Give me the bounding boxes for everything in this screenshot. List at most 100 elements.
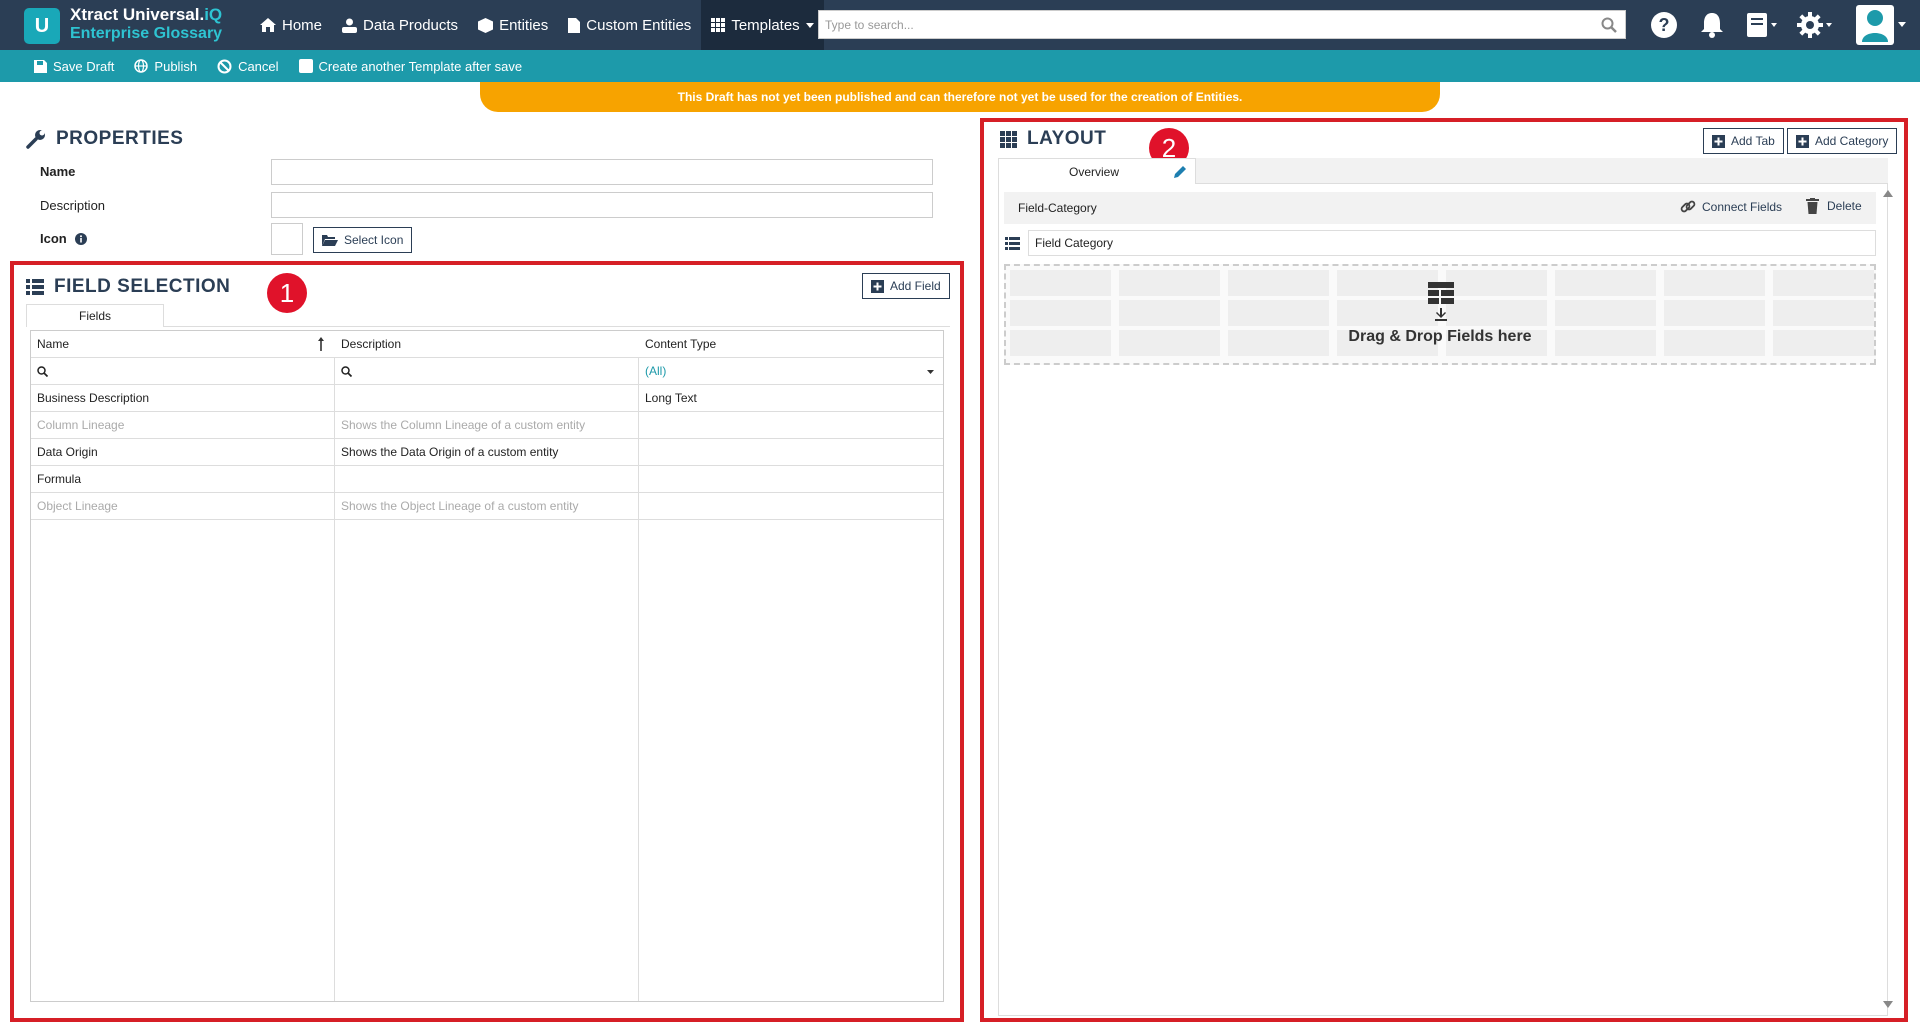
add-tab-label: Add Tab xyxy=(1731,134,1775,148)
cell-name: Business Description xyxy=(37,391,150,405)
nav-custom-entities[interactable]: Custom Entities xyxy=(558,0,701,50)
table-row[interactable]: Business Description Long Text xyxy=(31,385,943,412)
user-icon xyxy=(1862,10,1888,42)
tab-overview[interactable]: Overview xyxy=(998,158,1196,184)
info-icon[interactable] xyxy=(74,232,87,245)
global-search xyxy=(818,10,1626,39)
home-icon xyxy=(260,18,276,32)
field-tabstrip: Fields xyxy=(26,304,950,327)
cell-name: Data Origin xyxy=(37,445,98,459)
grid-filter-row: (All) xyxy=(31,358,943,385)
chevron-down-icon[interactable] xyxy=(927,370,934,374)
scroll-down-arrow[interactable] xyxy=(1883,1001,1893,1008)
user-avatar[interactable] xyxy=(1856,5,1894,45)
column-header-description[interactable]: Description xyxy=(335,331,638,358)
drop-zone-placeholder-cell xyxy=(1446,300,1547,326)
search-input[interactable] xyxy=(819,11,1579,38)
drop-zone-placeholder-cell xyxy=(1446,270,1547,296)
tab-fields[interactable]: Fields xyxy=(26,304,164,327)
book-icon xyxy=(1747,13,1777,37)
name-filter[interactable] xyxy=(31,358,334,385)
notifications-button[interactable] xyxy=(1693,6,1731,44)
top-icon-group: ? xyxy=(1645,0,1837,50)
nav-templates-label: Templates xyxy=(731,16,800,34)
app-title: Xtract Universal.iQ xyxy=(70,5,222,25)
delete-category-button[interactable]: Delete xyxy=(1806,198,1862,214)
column-header-content-type[interactable]: Content Type xyxy=(639,331,943,358)
layout-heading: LAYOUT xyxy=(1000,128,1106,150)
cell-content-type xyxy=(639,466,943,493)
column-header-name[interactable]: Name xyxy=(31,331,334,358)
connect-fields-button[interactable]: Connect Fields xyxy=(1680,199,1782,215)
cell-description: Shows the Object Lineage of a custom ent… xyxy=(341,499,579,513)
drop-zone-placeholder-cell xyxy=(1119,270,1220,296)
table-row[interactable]: Formula xyxy=(31,466,943,493)
select-icon-label: Select Icon xyxy=(344,233,404,247)
search-icon[interactable] xyxy=(1601,17,1617,33)
create-another-label: Create another Template after save xyxy=(318,58,523,74)
nav-entities[interactable]: Entities xyxy=(468,0,558,50)
list-icon[interactable] xyxy=(1005,237,1020,250)
ban-icon xyxy=(217,59,232,73)
help-button[interactable]: ? xyxy=(1645,6,1683,44)
drop-zone-placeholder-cell xyxy=(1773,300,1874,326)
cancel-button[interactable]: Cancel xyxy=(217,59,279,74)
scroll-up-arrow[interactable] xyxy=(1883,190,1893,197)
cell-name: Object Lineage xyxy=(37,499,118,513)
table-row[interactable]: Object Lineage Shows the Object Lineage … xyxy=(31,493,943,520)
description-field[interactable] xyxy=(271,192,933,218)
cell-content-type xyxy=(639,412,943,439)
table-row[interactable]: Column Lineage Shows the Column Lineage … xyxy=(31,412,943,439)
app-logo[interactable]: U xyxy=(24,8,60,44)
table-row[interactable]: Data Origin Shows the Data Origin of a c… xyxy=(31,439,943,466)
grid-icon xyxy=(711,18,726,32)
sort-ascending-icon[interactable] xyxy=(318,337,324,351)
top-navbar: U Xtract Universal.iQ Enterprise Glossar… xyxy=(0,0,1920,50)
drop-zone-placeholder-cell xyxy=(1228,270,1329,296)
nav-home-label: Home xyxy=(282,16,323,34)
grid-header-row: Name Description Content Type xyxy=(31,331,943,358)
drop-zone-placeholder-cell xyxy=(1664,300,1765,326)
add-field-label: Add Field xyxy=(890,279,941,293)
fields-grid: Name Description Content Type (All) Busi… xyxy=(30,330,944,1002)
icon-preview xyxy=(271,223,303,255)
data-products-icon xyxy=(342,18,358,33)
select-icon-button[interactable]: Select Icon xyxy=(313,227,413,253)
drop-zone-placeholder-cell xyxy=(1664,270,1765,296)
plus-square-icon xyxy=(1712,134,1725,148)
cell-content-type: Long Text xyxy=(645,391,697,405)
field-category-name[interactable]: Field Category xyxy=(1028,230,1876,256)
nav-home[interactable]: Home xyxy=(250,0,332,50)
add-field-button[interactable]: Add Field xyxy=(862,273,950,299)
drop-zone-placeholder-cell xyxy=(1337,270,1438,296)
create-another-checkbox[interactable]: Create another Template after save xyxy=(298,58,523,74)
settings-menu-button[interactable] xyxy=(1793,6,1837,44)
wrench-icon xyxy=(26,130,45,149)
nav-data-products[interactable]: Data Products xyxy=(332,0,468,50)
name-field[interactable] xyxy=(271,159,933,185)
publish-button[interactable]: Publish xyxy=(134,59,197,74)
description-label: Description xyxy=(40,198,106,213)
description-filter[interactable] xyxy=(335,358,638,385)
action-toolbar: Save Draft Publish Cancel Create another… xyxy=(0,50,1920,82)
search-icon xyxy=(37,366,49,378)
content-type-filter-select[interactable]: (All) xyxy=(639,358,943,385)
pencil-icon[interactable] xyxy=(1174,166,1186,178)
bell-icon xyxy=(1701,13,1723,38)
save-draft-label: Save Draft xyxy=(53,58,115,74)
documents-menu-button[interactable] xyxy=(1741,6,1783,44)
drop-zone[interactable]: Drag & Drop Fields here xyxy=(1004,264,1876,365)
user-menu-caret[interactable] xyxy=(1898,22,1906,27)
add-category-button[interactable]: Add Category xyxy=(1787,128,1898,154)
draft-warning-banner: This Draft has not yet been published an… xyxy=(480,82,1440,112)
drop-zone-placeholder-cell xyxy=(1010,300,1111,326)
nav-data-products-label: Data Products xyxy=(363,16,459,34)
checkbox-box[interactable] xyxy=(298,59,313,73)
add-tab-button[interactable]: Add Tab xyxy=(1703,128,1784,154)
save-draft-button[interactable]: Save Draft xyxy=(34,59,114,74)
delete-label: Delete xyxy=(1827,199,1862,213)
save-icon xyxy=(34,59,47,73)
cube-icon xyxy=(478,17,494,33)
cell-content-type xyxy=(639,493,943,520)
nav-templates[interactable]: Templates xyxy=(701,0,824,50)
